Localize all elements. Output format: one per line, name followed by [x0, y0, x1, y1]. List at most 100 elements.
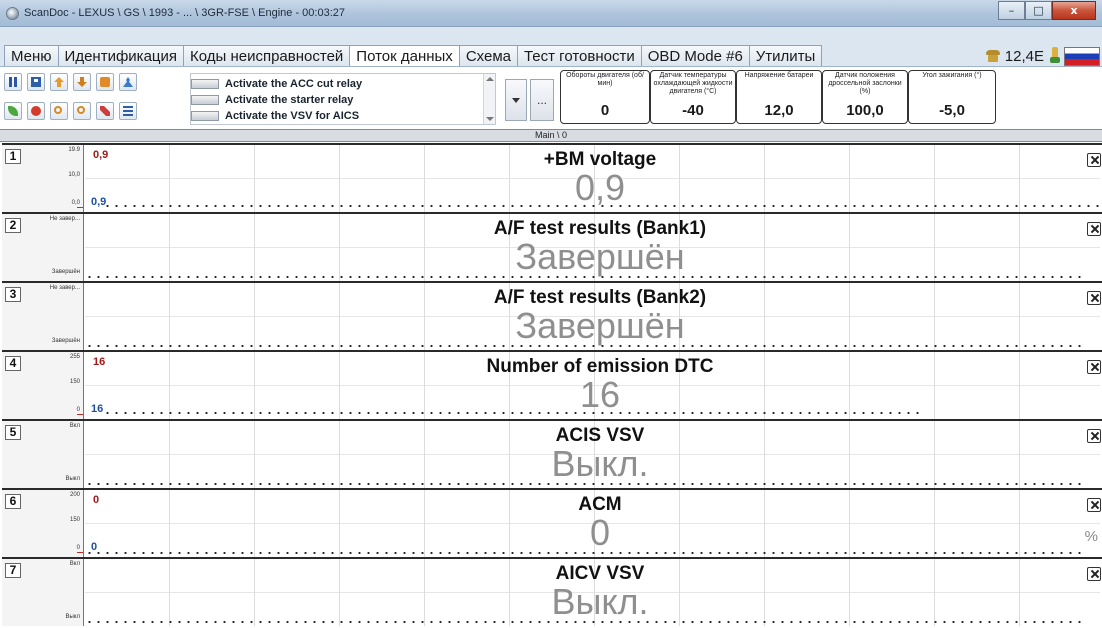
title-bar: ScanDoc - LEXUS \ GS \ 1993 - ... \ 3GR-…	[0, 0, 1102, 27]
upload-icon[interactable]	[50, 73, 68, 91]
parameter-value: Выкл.	[551, 443, 649, 484]
panel-axis: 6 200 150 0	[2, 490, 84, 557]
save-icon[interactable]	[27, 73, 45, 91]
relay-item[interactable]: Activate the ACC cut relay	[191, 76, 362, 91]
panel-axis: 7 Вкл Выкл	[2, 559, 84, 626]
record-icon[interactable]	[27, 102, 45, 120]
gauge-value: 100,0	[846, 102, 884, 119]
axis-max: 200	[69, 492, 80, 498]
relay-button[interactable]	[191, 110, 219, 121]
scroll-up-icon[interactable]	[486, 77, 494, 81]
panel-plot[interactable]: 16 16 Number of emission DTC 16	[85, 352, 1100, 419]
clipboard-icon[interactable]	[96, 73, 114, 91]
maximize-button[interactable]: □	[1025, 1, 1052, 20]
zoom-in-icon[interactable]	[50, 102, 68, 120]
scroll-down-icon[interactable]	[486, 117, 494, 121]
minimize-button[interactable]: –	[998, 1, 1025, 20]
panel-plot[interactable]: A/F test results (Bank1) Завершён	[85, 214, 1100, 281]
close-window-button[interactable]: x	[1052, 1, 1096, 20]
axis-min: Завершён	[51, 269, 80, 275]
status-area: 12,4E	[985, 45, 1062, 67]
close-panel-icon[interactable]	[1087, 429, 1101, 443]
axis-mid: 150	[69, 517, 80, 523]
close-panel-icon[interactable]	[1087, 291, 1101, 305]
plug-icon	[1048, 47, 1062, 65]
axis-min: 0	[76, 407, 80, 413]
pause-icon[interactable]	[4, 73, 22, 91]
tab-obd-mode-6[interactable]: OBD Mode #6	[640, 45, 750, 67]
parameter-value: Завершён	[515, 236, 685, 277]
tab-menu[interactable]: Меню	[4, 45, 59, 67]
gauge-battery-voltage[interactable]: Напряжение батареи 12,0	[736, 70, 822, 124]
parameter-value: Завершён	[515, 305, 685, 346]
gauge-ignition-angle[interactable]: Угол зажигания (°) -5,0	[908, 70, 996, 124]
relay-label: Activate the VSV for AICS	[225, 109, 360, 122]
axis-tick	[77, 552, 83, 553]
battery-voltage: 12,4E	[1004, 47, 1044, 65]
panel-plot[interactable]: 0 0 ACM 0 %	[85, 490, 1100, 557]
close-panel-icon[interactable]	[1087, 153, 1101, 167]
relay-item[interactable]: Activate the VSV for AICS	[191, 108, 359, 123]
zoom-out-icon[interactable]	[73, 102, 91, 120]
tab-identification[interactable]: Идентификация	[57, 45, 185, 67]
current-value-blue: 16	[91, 403, 104, 415]
axis-mid: 150	[69, 379, 80, 385]
panel-axis: 5 Вкл Выкл	[2, 421, 84, 488]
close-panel-icon[interactable]	[1087, 360, 1101, 374]
panel-plot[interactable]: A/F test results (Bank2) Завершён	[85, 283, 1100, 350]
panel-number[interactable]: 3	[5, 287, 21, 302]
download-icon[interactable]	[73, 73, 91, 91]
relay-label: Activate the starter relay	[225, 93, 354, 106]
axis-mid: 10,0	[68, 172, 80, 178]
parameter-value: Выкл.	[551, 581, 649, 622]
relay-dropdown-button[interactable]	[505, 79, 527, 121]
panel-number[interactable]: 6	[5, 494, 21, 509]
panel-axis: 2 Не завер... Завершён	[2, 214, 84, 281]
close-panel-icon[interactable]	[1087, 567, 1101, 581]
axis-min: 0	[76, 545, 80, 551]
tab-fault-codes[interactable]: Коды неисправностей	[183, 45, 351, 67]
panel-number[interactable]: 5	[5, 425, 21, 440]
gauge-value: -5,0	[939, 102, 965, 119]
window-controls: – □ x	[998, 1, 1096, 20]
panel-plot[interactable]: ACIS VSV Выкл.	[85, 421, 1100, 488]
panel-plot[interactable]: 0,9 0,9 +BM voltage 0,9	[85, 145, 1102, 212]
panel-number[interactable]: 7	[5, 563, 21, 578]
panel-number[interactable]: 4	[5, 356, 21, 371]
relay-button[interactable]	[191, 94, 219, 105]
gauge-name: Напряжение батареи	[744, 72, 814, 79]
gauge-engine-rpm[interactable]: Обороты двигателя (об/мин) 0	[560, 70, 650, 124]
axis-max: Не завер...	[49, 216, 80, 222]
gauge-name: Датчик температуры охлаждающей жидкости …	[653, 72, 733, 95]
russia-flag-icon[interactable]	[1064, 47, 1100, 66]
axis-min: 0,0	[71, 200, 80, 206]
person-icon[interactable]	[119, 73, 137, 91]
tools-icon[interactable]	[96, 102, 114, 120]
gauge-coolant-temp[interactable]: Датчик температуры охлаждающей жидкости …	[650, 70, 736, 124]
panel-plot[interactable]: AICV VSV Выкл.	[85, 559, 1100, 626]
tab-schema[interactable]: Схема	[458, 45, 518, 67]
current-value-red: 0	[93, 494, 100, 506]
close-panel-icon[interactable]	[1087, 498, 1101, 512]
more-button[interactable]: ...	[530, 79, 554, 121]
tab-readiness-test[interactable]: Тест готовности	[516, 45, 642, 67]
window-title: ScanDoc - LEXUS \ GS \ 1993 - ... \ 3GR-…	[24, 7, 345, 19]
relay-label: Activate the ACC cut relay	[225, 77, 363, 90]
panel-acis-vsv: 5 Вкл Выкл ACIS VSV Выкл.	[2, 419, 1102, 488]
parameter-unit: %	[1084, 528, 1098, 545]
gauge-value: -40	[682, 102, 704, 119]
tab-data-stream[interactable]: Поток данных	[349, 45, 460, 68]
relay-scrollbar[interactable]	[483, 74, 495, 124]
tab-utilities[interactable]: Утилиты	[748, 45, 823, 67]
gauge-throttle-position[interactable]: Датчик положения дроссельной заслонки (%…	[822, 70, 908, 124]
relay-button[interactable]	[191, 78, 219, 89]
leaf-icon[interactable]	[4, 102, 22, 120]
panel-bm-voltage: 1 19.9 10,0 0,0 0,9 0,9 +BM voltage 0,9	[2, 143, 1102, 212]
relay-item[interactable]: Activate the starter relay	[191, 92, 353, 107]
parameter-value: 0,9	[574, 167, 626, 208]
close-panel-icon[interactable]	[1087, 222, 1101, 236]
panel-axis: 3 Не завер... Завершён	[2, 283, 84, 350]
panel-number[interactable]: 1	[5, 149, 21, 164]
list-icon[interactable]	[119, 102, 137, 120]
panel-number[interactable]: 2	[5, 218, 21, 233]
